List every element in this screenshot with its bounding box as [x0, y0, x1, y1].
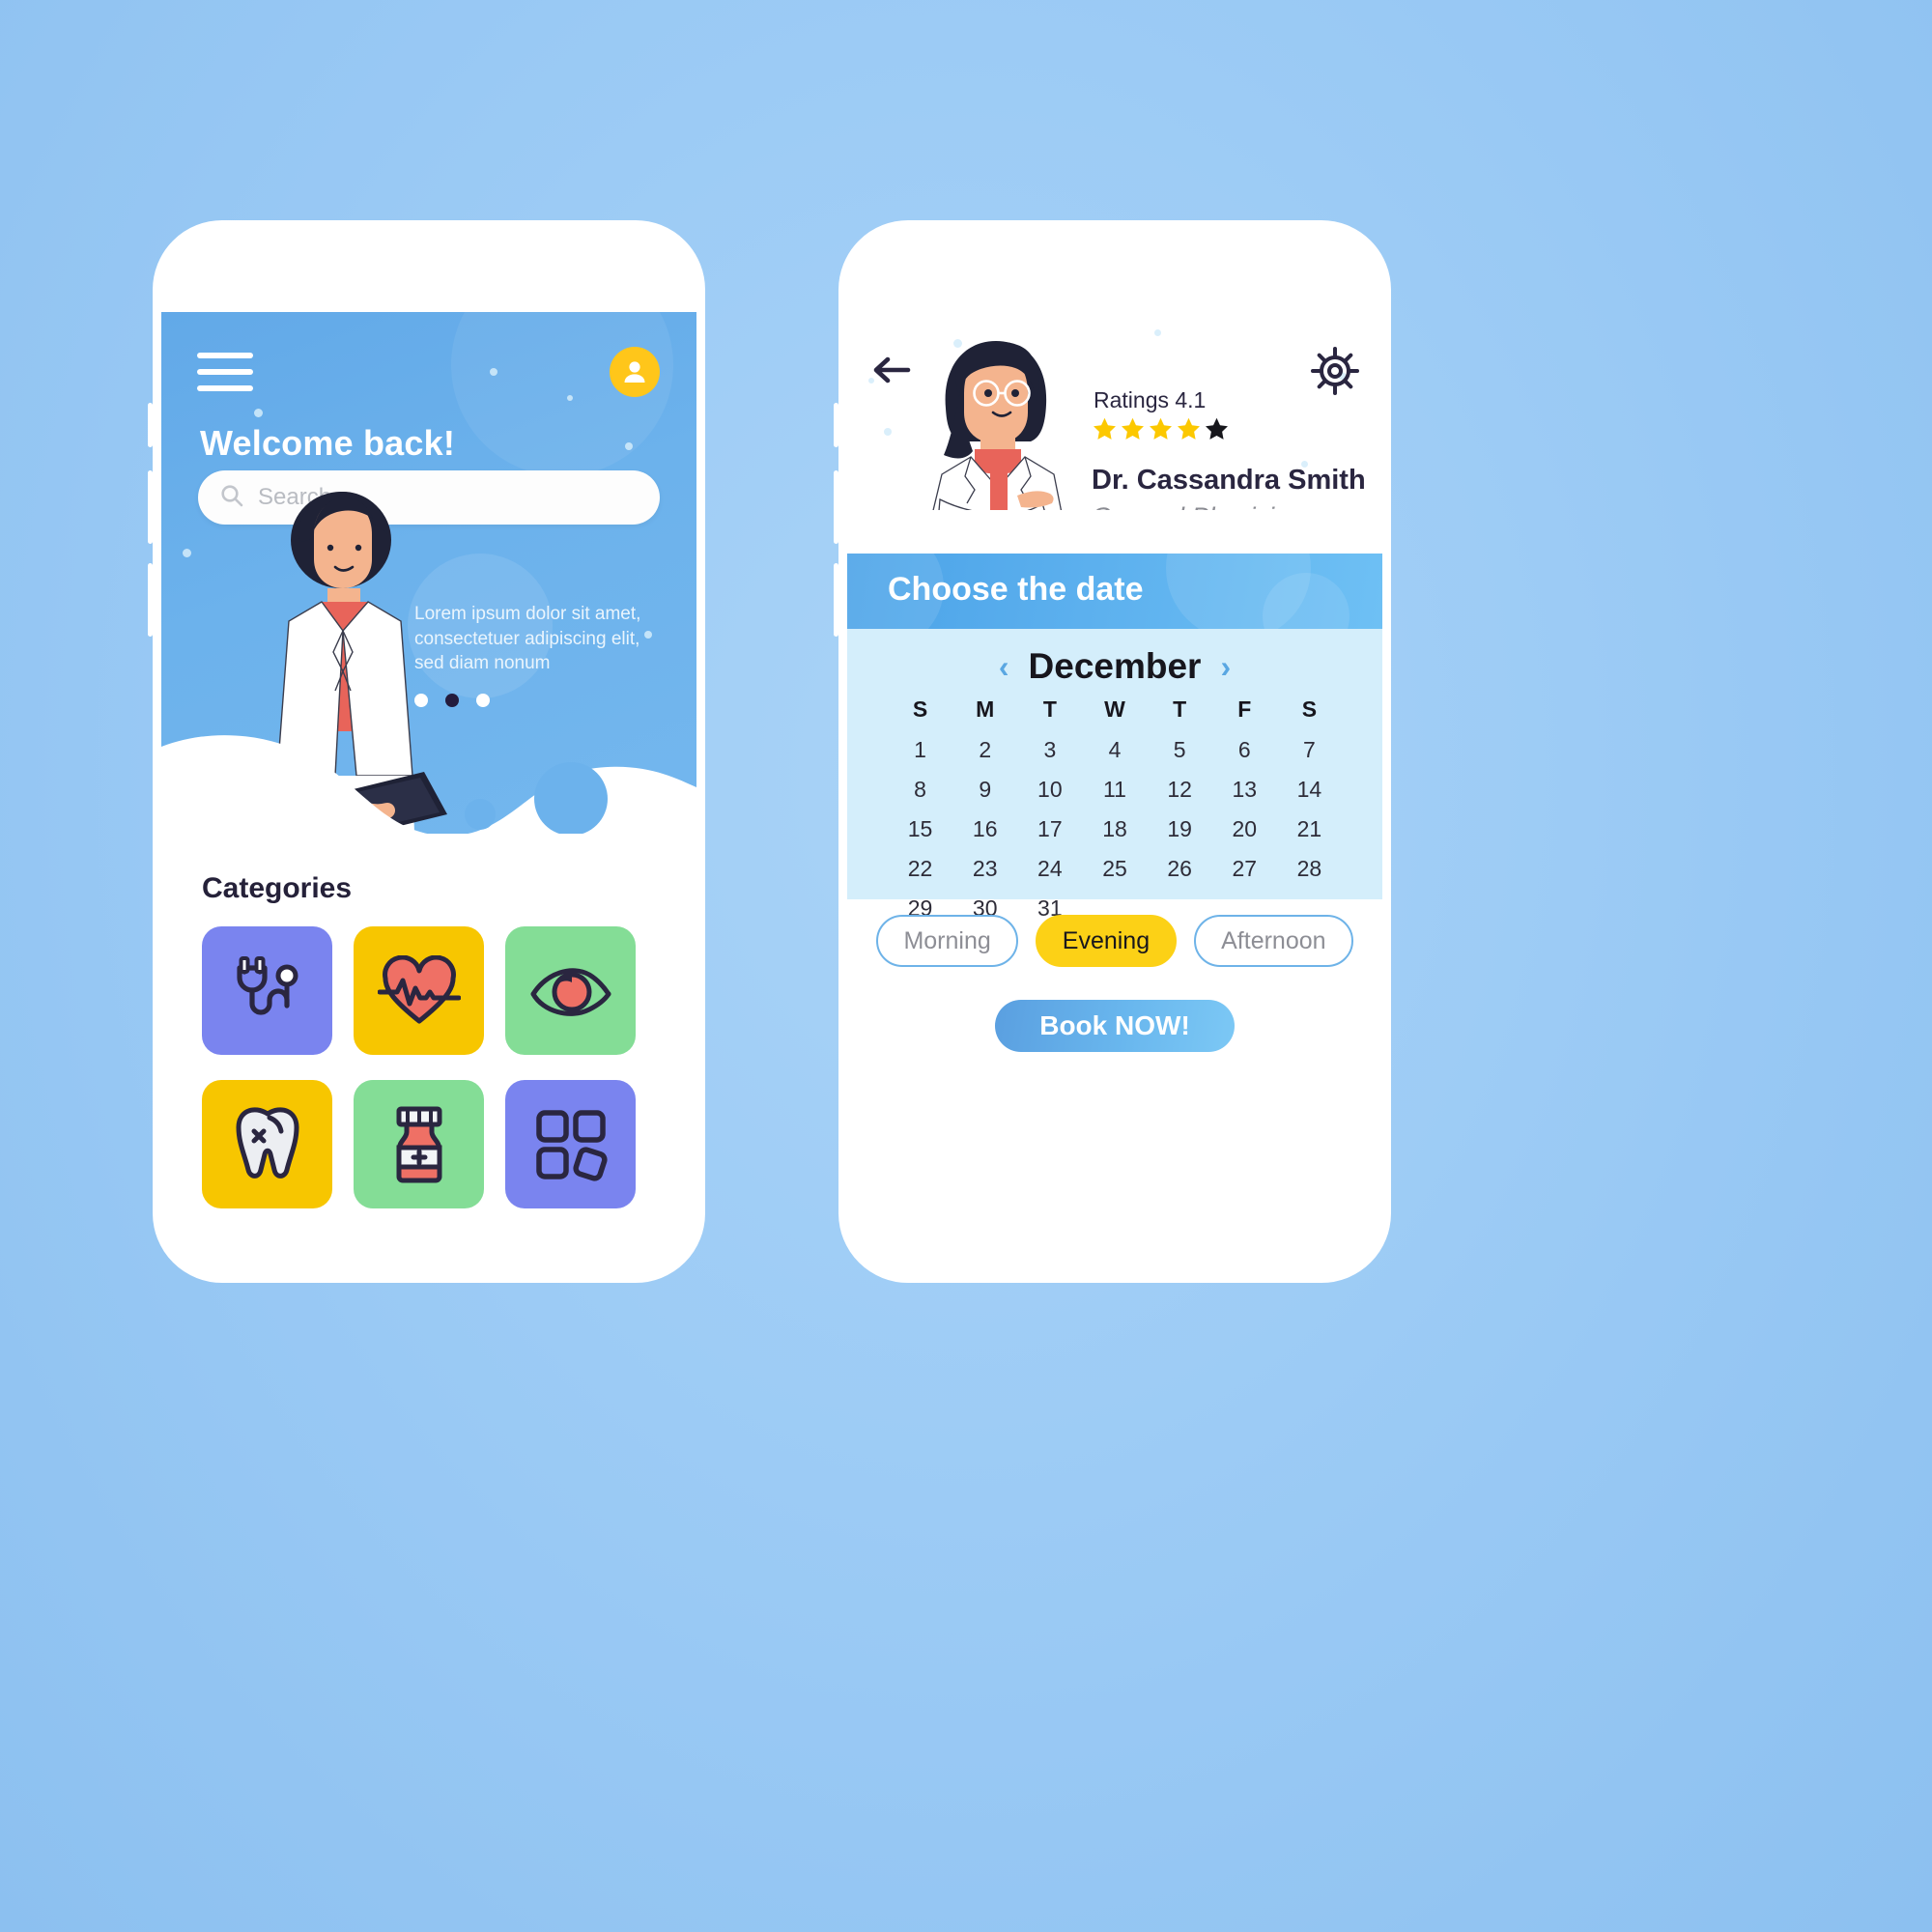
eye-icon	[530, 967, 611, 1016]
doctor-specialty: General Physician	[1092, 502, 1303, 510]
chevron-right-icon[interactable]: ›	[1220, 651, 1231, 682]
star-icon-filled	[1178, 417, 1200, 440]
doctor-profile-header: Ratings 4.1 Dr. Cassandra Smith General …	[847, 312, 1382, 510]
phone-silent-switch	[148, 563, 153, 637]
calendar-day[interactable]: 14	[1277, 773, 1342, 806]
calendar-day[interactable]: 13	[1212, 773, 1277, 806]
calendar-day-header: W	[1104, 696, 1125, 722]
category-tile-stethoscope[interactable]	[202, 926, 332, 1055]
choose-date-banner: Choose the date	[847, 554, 1382, 629]
time-slot-group: Morning Evening Afternoon	[847, 915, 1382, 967]
calendar-header: ‹ December ›	[847, 629, 1382, 687]
calendar-day[interactable]: 27	[1212, 852, 1277, 885]
calendar-day-header: T	[1042, 696, 1057, 722]
medicine-bottle-icon	[396, 1106, 441, 1182]
category-tile-eye[interactable]	[505, 926, 636, 1055]
calendar-day[interactable]: 11	[1082, 773, 1147, 806]
calendar-day[interactable]: 26	[1148, 852, 1212, 885]
phone-speaker	[338, 261, 520, 282]
calendar-day[interactable]: 10	[1017, 773, 1082, 806]
category-tile-medicine[interactable]	[354, 1080, 484, 1208]
calendar-day-header: F	[1237, 696, 1252, 722]
rating-stars	[1092, 416, 1230, 442]
calendar-day[interactable]: 16	[952, 812, 1017, 845]
star-icon-filled	[1094, 417, 1116, 440]
calendar-day-header: S	[912, 696, 928, 722]
calendar-day[interactable]: 7	[1277, 733, 1342, 766]
category-tile-heartbeat[interactable]	[354, 926, 484, 1055]
star-icon-empty	[1206, 417, 1228, 440]
calendar-day-header: M	[976, 696, 995, 722]
calendar-day[interactable]: 3	[1017, 733, 1082, 766]
calendar-day[interactable]: 5	[1148, 733, 1212, 766]
categories-grid	[202, 926, 636, 1208]
tooth-icon	[236, 1106, 298, 1179]
stethoscope-icon	[236, 955, 298, 1015]
calendar-day[interactable]: 28	[1277, 852, 1342, 885]
calendar-day-selected[interactable]: 12	[1148, 773, 1212, 806]
phone-mockup-home: Welcome back! Search Lorem ipsum dolor s…	[148, 220, 705, 1283]
phone-speaker	[1024, 261, 1206, 282]
phone-silent-switch	[834, 563, 838, 637]
calendar-day[interactable]: 6	[1212, 733, 1277, 766]
time-slot-evening[interactable]: Evening	[1035, 915, 1178, 967]
decorative-dot	[625, 442, 633, 450]
chevron-left-icon[interactable]: ‹	[999, 651, 1009, 682]
phone-mockup-booking: Ratings 4.1 Dr. Cassandra Smith General …	[834, 220, 1391, 1283]
categories-section: Categories	[161, 834, 696, 1210]
phone-volume-up-button	[148, 403, 153, 447]
time-slot-morning[interactable]: Morning	[876, 915, 1018, 967]
calendar-day[interactable]: 22	[888, 852, 952, 885]
doctor-name: Dr. Cassandra Smith	[1092, 465, 1366, 496]
calendar-day[interactable]: 4	[1082, 733, 1147, 766]
time-slot-afternoon[interactable]: Afternoon	[1194, 915, 1353, 967]
decorative-dot	[1154, 329, 1161, 336]
hamburger-menu-icon[interactable]	[197, 353, 253, 391]
calendar-month-label: December	[1028, 646, 1202, 686]
user-avatar-icon[interactable]	[610, 347, 660, 397]
category-tile-tooth[interactable]	[202, 1080, 332, 1208]
grid-icon	[535, 1109, 608, 1181]
page-title: Welcome back!	[200, 423, 456, 463]
choose-date-title: Choose the date	[888, 571, 1144, 608]
phone-volume-down-button	[834, 470, 838, 544]
phone-volume-down-button	[148, 470, 153, 544]
calendar-day[interactable]: 18	[1082, 812, 1147, 845]
book-now-button[interactable]: Book NOW!	[995, 1000, 1235, 1052]
category-tile-grid[interactable]	[505, 1080, 636, 1208]
decorative-dot	[490, 368, 497, 376]
calendar-day[interactable]: 23	[952, 852, 1017, 885]
decorative-dot	[254, 409, 263, 417]
calendar-day[interactable]: 19	[1148, 812, 1212, 845]
decorative-dot	[884, 428, 892, 436]
calendar-day[interactable]: 2	[952, 733, 1017, 766]
calendar-grid: S M T W T F S 1 2 3 4 5 6 7 8 9 10 11 12 13 14 15 16 17 18 19 20 21…	[888, 696, 1342, 924]
calendar-day[interactable]: 1	[888, 733, 952, 766]
calendar-day[interactable]: 25	[1082, 852, 1147, 885]
calendar-day[interactable]: 24	[1017, 852, 1082, 885]
calendar-day-header: S	[1301, 696, 1318, 722]
calendar-day[interactable]: 20	[1212, 812, 1277, 845]
star-icon-filled	[1122, 417, 1144, 440]
heartbeat-icon	[377, 954, 461, 1023]
calendar-day[interactable]: 21	[1277, 812, 1342, 845]
doctor-portrait-illustration	[932, 341, 1063, 510]
home-screen: Welcome back! Search Lorem ipsum dolor s…	[161, 312, 696, 1210]
gear-icon[interactable]	[1311, 347, 1359, 400]
ratings-label: Ratings 4.1	[1094, 387, 1207, 412]
booking-screen: Ratings 4.1 Dr. Cassandra Smith General …	[847, 312, 1382, 1210]
wave-divider	[161, 735, 696, 853]
star-icon-filled	[1150, 417, 1172, 440]
calendar-day[interactable]: 17	[1017, 812, 1082, 845]
decorative-dot	[567, 395, 573, 401]
calendar-day[interactable]: 8	[888, 773, 952, 806]
calendar-day[interactable]: 9	[952, 773, 1017, 806]
calendar-day[interactable]: 15	[888, 812, 952, 845]
calendar: ‹ December › S M T W T F S 1 2 3 4 5 6 7 8 9 10 11 12 13 14 1…	[847, 629, 1382, 921]
phone-volume-up-button	[834, 403, 838, 447]
categories-title: Categories	[202, 872, 353, 904]
decorative-dot	[183, 549, 191, 557]
calendar-day-header: T	[1173, 696, 1187, 722]
home-hero-section: Welcome back! Search Lorem ipsum dolor s…	[161, 312, 696, 853]
